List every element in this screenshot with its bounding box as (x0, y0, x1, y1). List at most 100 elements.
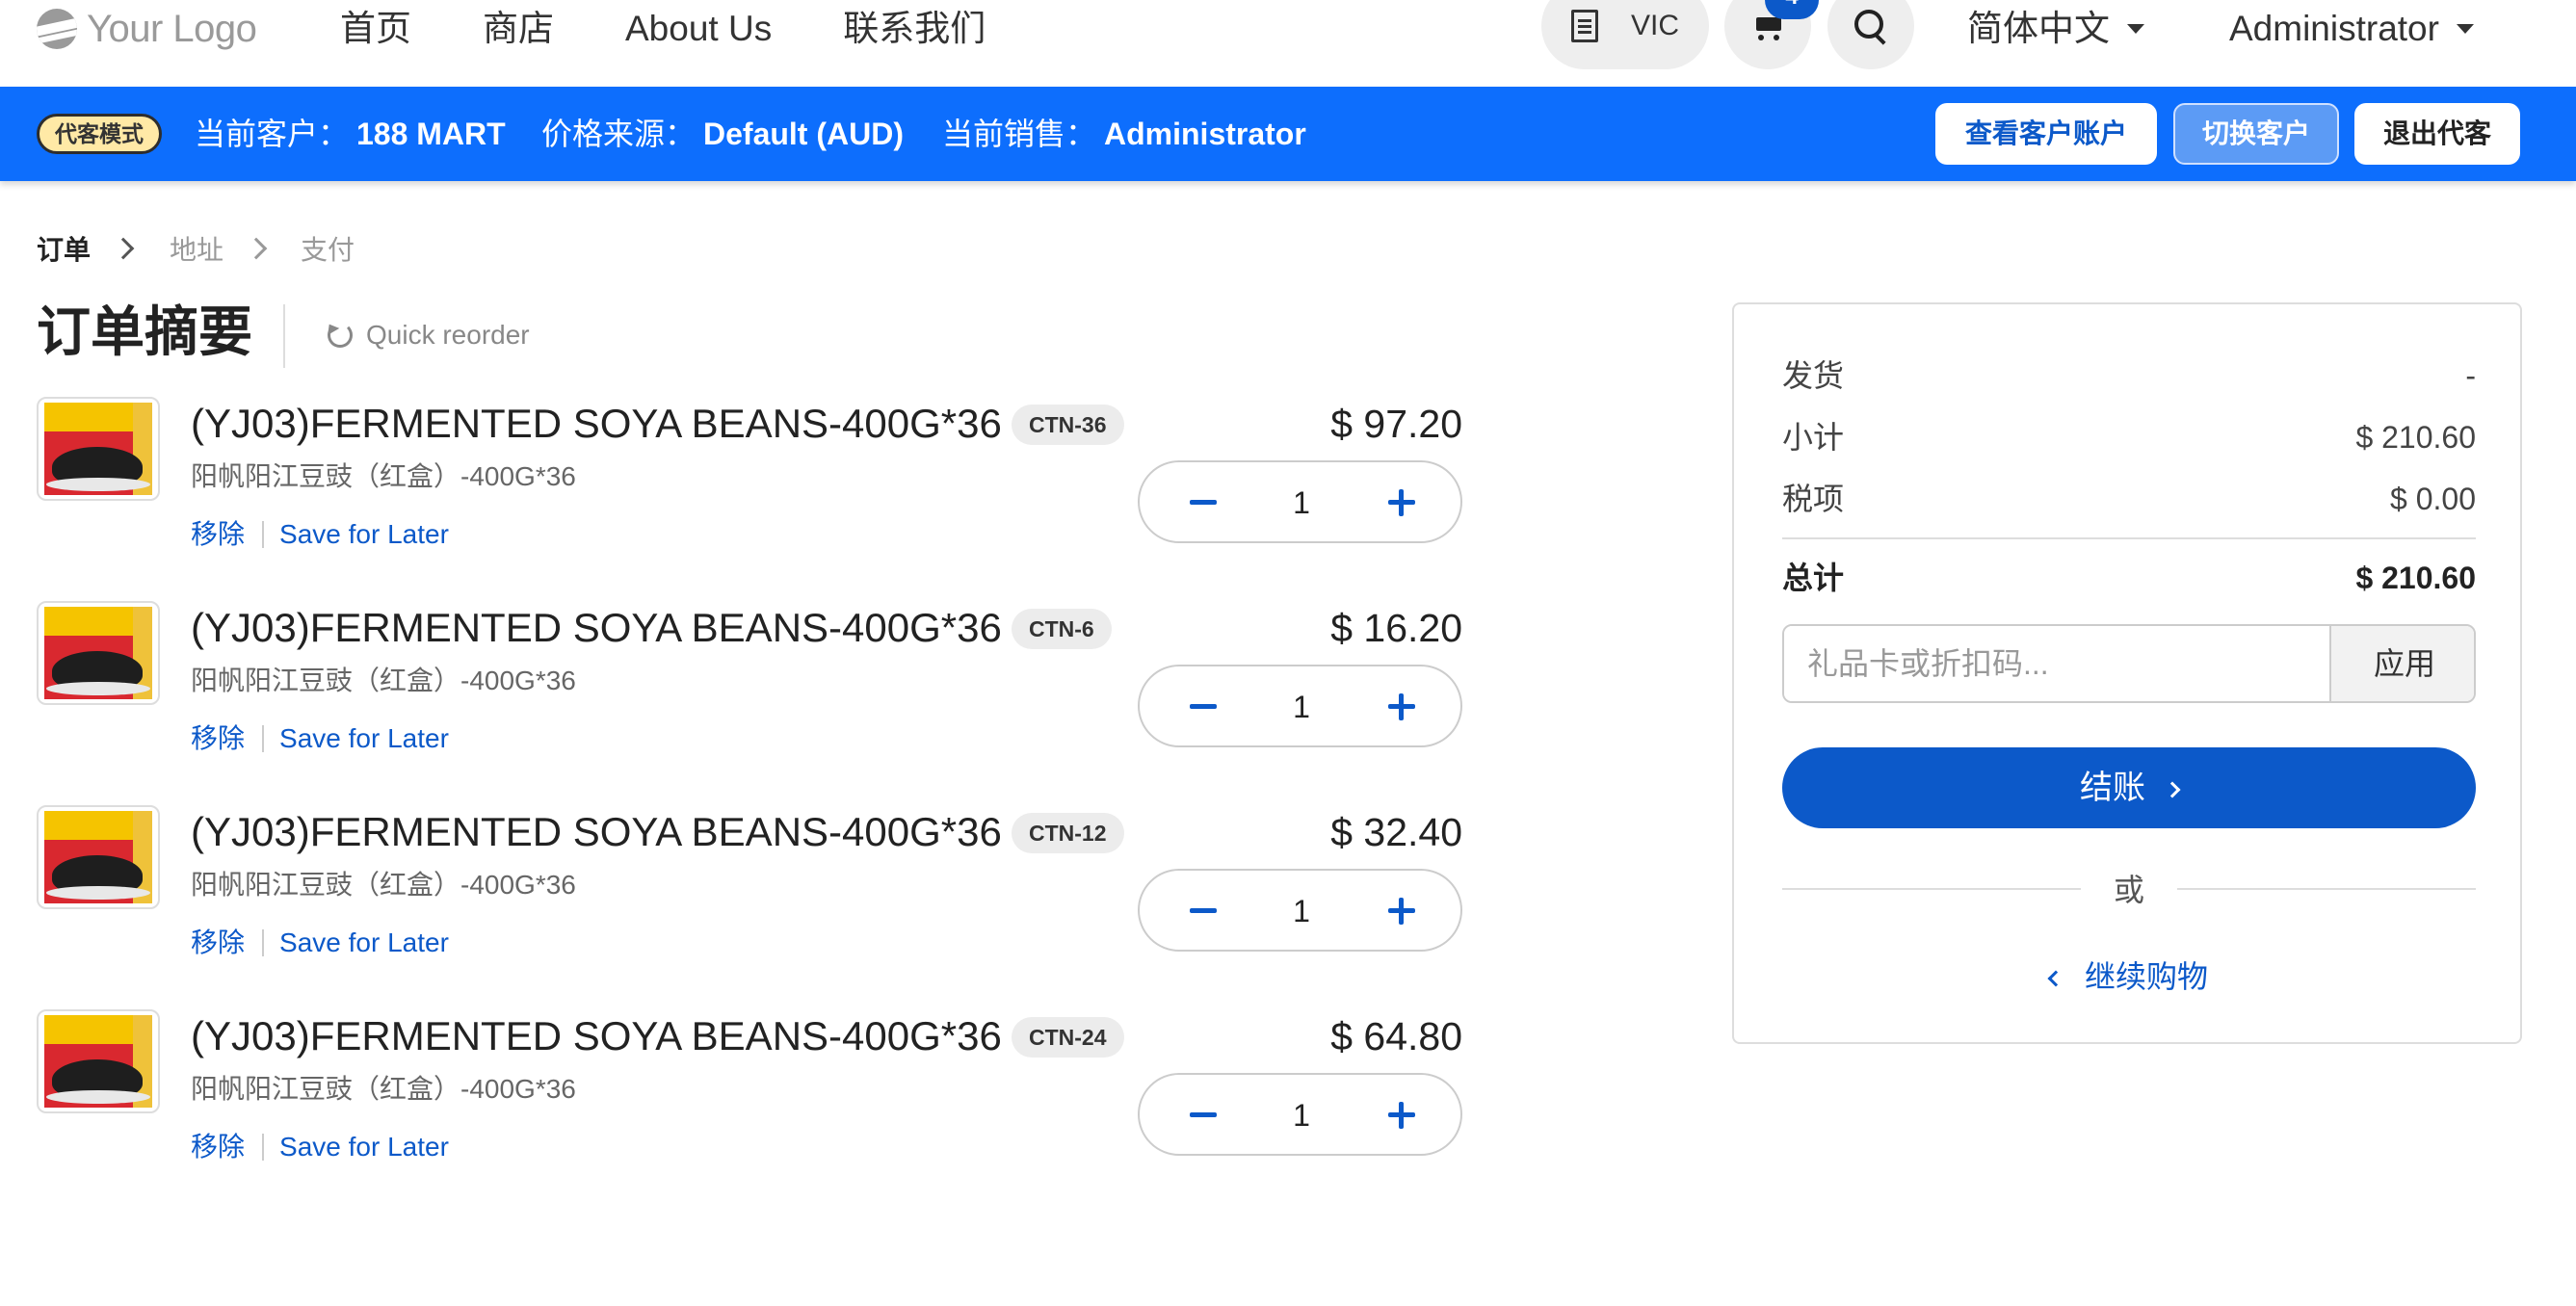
save-for-later-link[interactable]: Save for Later (279, 720, 449, 757)
sales-label: 当前销售： (942, 117, 1097, 151)
nav-home[interactable]: 首页 (340, 4, 411, 54)
remove-link[interactable]: 移除 (191, 720, 245, 757)
product-name[interactable]: (YJ03)FERMENTED SOYA BEANS-400G*36 (191, 1009, 1002, 1063)
quick-reorder-link[interactable]: Quick reorder (328, 318, 530, 353)
item-actions: 移除 Save for Later (191, 516, 449, 553)
caret-down-icon (2456, 24, 2474, 34)
item-actions: 移除 Save for Later (191, 1129, 449, 1165)
breadcrumb-address[interactable]: 地址 (170, 233, 223, 268)
continue-shopping-label: 继续购物 (2084, 959, 2208, 994)
top-header: Your Logo 首页 商店 About Us 联系我们 VIC 4 简体中文… (0, 0, 2576, 87)
price-source-value: Default (AUD) (703, 117, 904, 151)
product-name[interactable]: (YJ03)FERMENTED SOYA BEANS-400G*36 (191, 805, 1002, 859)
total-row: 总计 $ 210.60 (1782, 557, 2476, 599)
product-name[interactable]: (YJ03)FERMENTED SOYA BEANS-400G*36 (191, 601, 1002, 655)
search-button[interactable] (1827, 0, 1914, 69)
exit-agent-mode-button[interactable]: 退出代客 (2354, 103, 2520, 165)
language-dropdown[interactable]: 简体中文 (1967, 4, 2144, 54)
quantity-input[interactable] (1255, 482, 1348, 524)
quantity-stepper (1138, 1073, 1462, 1156)
quantity-stepper (1138, 665, 1462, 747)
plus-icon[interactable] (1380, 686, 1423, 728)
caret-down-icon (2127, 24, 2144, 34)
remove-link[interactable]: 移除 (191, 1129, 245, 1165)
product-subtitle: 阳帆阳江豆豉（红盒）-400G*36 (191, 666, 576, 695)
cart-item: (YJ03)FERMENTED SOYA BEANS-400G*36 CTN-3… (0, 397, 1503, 589)
quantity-input[interactable] (1255, 1094, 1348, 1136)
product-thumbnail[interactable] (37, 397, 160, 501)
checkout-button[interactable]: 结账 (1782, 747, 2476, 828)
save-for-later-link[interactable]: Save for Later (279, 1129, 449, 1165)
quantity-stepper (1138, 460, 1462, 543)
product-name[interactable]: (YJ03)FERMENTED SOYA BEANS-400G*36 (191, 397, 1002, 451)
breadcrumb-payment[interactable]: 支付 (301, 233, 355, 268)
plus-icon[interactable] (1380, 890, 1423, 932)
save-for-later-link[interactable]: Save for Later (279, 925, 449, 961)
building-icon (1570, 10, 1598, 42)
agent-mode-banner: 代客模式 当前客户： 188 MART 价格来源： Default (AUD) … (0, 87, 2576, 181)
quantity-stepper (1138, 869, 1462, 952)
action-divider (262, 929, 265, 956)
product-thumbnail[interactable] (37, 805, 160, 909)
minus-icon[interactable] (1182, 1094, 1224, 1136)
product-thumbnail[interactable] (37, 1009, 160, 1113)
switch-customer-button[interactable]: 切换客户 (2173, 103, 2339, 165)
minus-icon[interactable] (1182, 482, 1224, 524)
user-dropdown[interactable]: Administrator (2229, 4, 2474, 54)
item-actions: 移除 Save for Later (191, 925, 449, 961)
logo-text: Your Logo (87, 7, 257, 50)
save-for-later-link[interactable]: Save for Later (279, 516, 449, 553)
item-actions: 移除 Save for Later (191, 720, 449, 757)
coupon-input[interactable] (1784, 626, 2329, 701)
remove-link[interactable]: 移除 (191, 516, 245, 553)
tax-value: $ 0.00 (2390, 482, 2476, 516)
chevron-right-icon (2164, 781, 2181, 798)
nav-about[interactable]: About Us (625, 4, 772, 54)
quantity-input[interactable] (1255, 890, 1348, 932)
undo-icon (328, 323, 353, 348)
breadcrumb-order[interactable]: 订单 (37, 233, 91, 268)
plus-icon[interactable] (1380, 1094, 1423, 1136)
or-text: 或 (2113, 873, 2144, 907)
customer-value: 188 MART (356, 117, 506, 151)
agent-mode-badge: 代客模式 (37, 114, 162, 154)
total-value: $ 210.60 (2355, 561, 2476, 595)
action-divider (262, 521, 265, 548)
cart-item: (YJ03)FERMENTED SOYA BEANS-400G*36 CTN-1… (0, 805, 1503, 998)
user-label: Administrator (2229, 9, 2439, 48)
sales-value: Administrator (1104, 117, 1306, 151)
product-thumbnail[interactable] (37, 601, 160, 705)
view-customer-account-button[interactable]: 查看客户账户 (1935, 103, 2157, 165)
shipping-row: 发货 - (1782, 354, 2476, 397)
product-subtitle: 阳帆阳江豆豉（红盒）-400G*36 (191, 1074, 576, 1104)
shipping-value: - (2465, 358, 2476, 393)
apply-coupon-button[interactable]: 应用 (2329, 626, 2474, 701)
minus-icon[interactable] (1182, 686, 1224, 728)
nav-shop[interactable]: 商店 (483, 4, 554, 54)
chevron-right-icon (245, 237, 268, 260)
search-icon (1854, 10, 1887, 42)
title-divider (283, 304, 285, 368)
coupon-group: 应用 (1782, 624, 2476, 703)
product-subtitle: 阳帆阳江豆豉（红盒）-400G*36 (191, 870, 576, 900)
product-subtitle: 阳帆阳江豆豉（红盒）-400G*36 (191, 461, 576, 491)
quantity-input[interactable] (1255, 686, 1348, 728)
action-divider (262, 725, 265, 752)
cart-item: (YJ03)FERMENTED SOYA BEANS-400G*36 CTN-6… (0, 601, 1503, 794)
item-price: $ 64.80 (1330, 1014, 1462, 1058)
summary-divider (1782, 537, 2476, 539)
remove-link[interactable]: 移除 (191, 925, 245, 961)
region-selector[interactable]: VIC (1541, 0, 1709, 69)
subtotal-label: 小计 (1782, 420, 1845, 455)
tax-label: 税项 (1782, 482, 1845, 516)
minus-icon[interactable] (1182, 890, 1224, 932)
logo[interactable]: Your Logo (37, 4, 257, 54)
cart-item: (YJ03)FERMENTED SOYA BEANS-400G*36 CTN-2… (0, 1009, 1503, 1202)
quick-reorder-label: Quick reorder (366, 320, 530, 350)
continue-shopping-link[interactable]: 继续购物 (1734, 955, 2524, 998)
page-title: 订单摘要 (37, 301, 252, 362)
action-divider (262, 1134, 265, 1161)
plus-icon[interactable] (1380, 482, 1423, 524)
nav-contact[interactable]: 联系我们 (843, 4, 986, 54)
total-label: 总计 (1782, 561, 1845, 595)
